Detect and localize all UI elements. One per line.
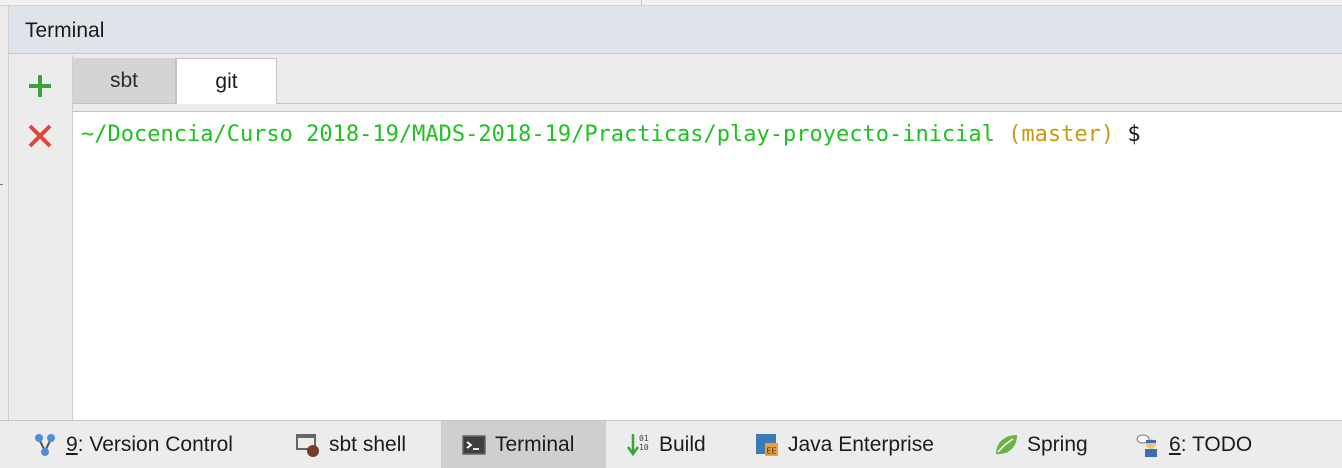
build-tool-button[interactable]: 01 10 Build: [625, 421, 706, 468]
version-control-mnemonic: 9: [66, 432, 78, 456]
spring-tool-button[interactable]: Spring: [993, 421, 1088, 468]
terminal-icon: [461, 432, 487, 458]
svg-text:01: 01: [639, 434, 649, 443]
tool-window-bar: 9: Version Control sbt shell Terminal 01…: [0, 420, 1342, 468]
new-session-button[interactable]: [23, 69, 57, 103]
terminal-tool-button[interactable]: Terminal: [441, 421, 606, 468]
version-control-label: : Version Control: [77, 432, 233, 456]
spring-label: Spring: [1027, 432, 1088, 456]
terminal-output-area[interactable]: ~/Docencia/Curso 2018-19/MADS-2018-19/Pr…: [73, 112, 1342, 420]
todo-icon: [1135, 432, 1161, 458]
prompt-path: ~/Docencia/Curso 2018-19/MADS-2018-19/Pr…: [81, 122, 995, 147]
java-enterprise-label: Java Enterprise: [788, 432, 934, 456]
svg-text:10: 10: [639, 443, 649, 452]
build-label: Build: [659, 432, 706, 456]
tab-git[interactable]: git: [176, 58, 277, 104]
version-control-icon: [32, 432, 58, 458]
spring-icon: [993, 432, 1019, 458]
tool-window-header: Terminal: [9, 6, 1342, 54]
todo-label: : TODO: [1180, 432, 1253, 456]
plus-icon: [29, 75, 51, 97]
top-strip-separator: [641, 0, 642, 5]
panel-title: Terminal: [25, 19, 105, 42]
terminal-label: Terminal: [495, 432, 575, 456]
terminal-side-toolbar: [9, 55, 73, 420]
java-enterprise-tool-button[interactable]: EE Java Enterprise: [754, 421, 934, 468]
build-icon: 01 10: [625, 432, 651, 458]
tab-label: sbt: [109, 68, 138, 92]
svg-text:EE: EE: [767, 446, 777, 455]
close-session-button[interactable]: [23, 119, 57, 153]
left-edge-gutter: [0, 6, 9, 420]
todo-mnemonic: 6: [1169, 432, 1181, 456]
terminal-tab-bar: sbt git: [73, 55, 1342, 104]
prompt-symbol: $: [1127, 122, 1141, 147]
prompt-branch: (master): [1008, 122, 1115, 147]
tab-label: git: [215, 69, 238, 93]
sbt-shell-tool-button[interactable]: sbt shell: [295, 421, 406, 468]
terminal-top-gap: [73, 104, 1342, 112]
left-edge-tick: [0, 184, 3, 185]
sbt-shell-label: sbt shell: [329, 432, 407, 456]
terminal-tool-window: Terminal sbt git ~/Docencia/Curso 2018-1…: [0, 0, 1342, 468]
version-control-tool-button[interactable]: 9: Version Control: [32, 421, 233, 468]
java-enterprise-icon: EE: [754, 432, 780, 458]
todo-tool-button[interactable]: 6: TODO: [1135, 421, 1252, 468]
close-icon: [28, 124, 52, 148]
sbt-shell-icon: [295, 432, 321, 458]
tab-sbt[interactable]: sbt: [73, 58, 176, 103]
shell-prompt: ~/Docencia/Curso 2018-19/MADS-2018-19/Pr…: [81, 122, 1141, 147]
